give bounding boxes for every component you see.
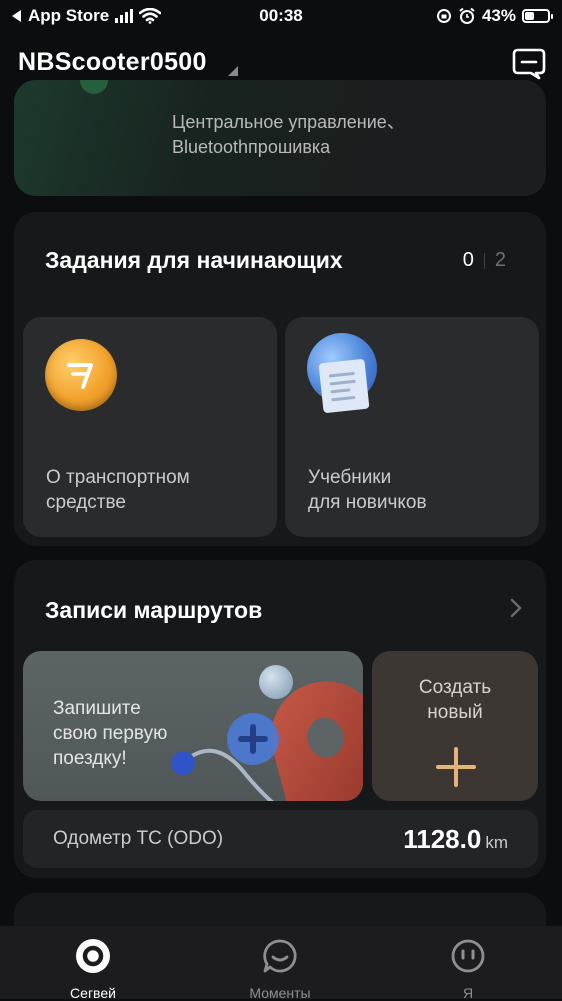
record-first-ride-banner[interactable]: Запишите свою первую поездку! xyxy=(23,651,363,801)
odometer-value: 1128.0 xyxy=(403,824,482,854)
task-label-line2: для новичков xyxy=(308,492,427,513)
profile-icon xyxy=(451,939,485,973)
status-bar: App Store 00:38 43% xyxy=(0,0,562,32)
divider xyxy=(483,252,485,269)
tab-bar: Сегвей Моменты Я xyxy=(0,926,562,1001)
beginner-tasks-title: Задания для начинающих xyxy=(45,247,343,273)
firmware-subtitle-line2: Bluetoothпрошивка xyxy=(172,137,331,157)
firmware-subtitle-line1: Центральное управление、 xyxy=(172,112,405,132)
plus-badge-icon xyxy=(227,713,279,765)
coin-icon xyxy=(45,339,117,411)
firmware-icon xyxy=(80,80,108,94)
decor-ball xyxy=(259,665,293,699)
device-selector[interactable]: NBScooter0500 xyxy=(18,48,207,77)
alarm-icon xyxy=(459,7,475,24)
route-records-card: Записи маршрутов Запишите свою первую по… xyxy=(14,560,546,878)
battery-icon xyxy=(522,9,553,23)
record-prompt-line2: свою первую xyxy=(53,723,168,744)
moments-chat-icon xyxy=(263,939,297,973)
plus-icon xyxy=(436,747,476,787)
odometer-row: Одометр ТС (ODO) 1128.0 km xyxy=(23,810,538,868)
odometer-value-group: 1128.0 km xyxy=(403,824,508,855)
document-icon xyxy=(318,358,370,414)
tasks-total: 2 xyxy=(494,249,506,271)
segway-home-icon xyxy=(76,939,110,973)
dropdown-indicator-icon[interactable] xyxy=(228,66,238,76)
record-prompt-line3: поездку! xyxy=(53,748,127,769)
tasks-progress: 0 2 xyxy=(463,249,506,272)
task-about-vehicle[interactable]: О транспортном средстве xyxy=(23,317,277,537)
create-label-line1: Создать xyxy=(418,677,492,698)
decor-ball-blue xyxy=(171,751,195,775)
task-label-line1: О транспортном xyxy=(46,467,190,488)
task-label-line1: Учебники xyxy=(308,467,392,488)
orientation-lock-icon xyxy=(436,9,451,23)
battery-fill xyxy=(525,12,535,20)
tasks-completed: 0 xyxy=(462,249,474,271)
battery-percent: 43% xyxy=(481,6,516,25)
odometer-label: Одометр ТС (ODO) xyxy=(53,828,224,849)
chevron-right-icon[interactable] xyxy=(510,598,522,618)
create-label-line2: новый xyxy=(427,702,483,723)
beginner-tasks-card: Задания для начинающих 0 2 О транспортно… xyxy=(14,212,546,546)
task-tutorials[interactable]: Учебники для новичков xyxy=(285,317,539,537)
task-label-line2: средстве xyxy=(46,492,126,513)
firmware-card[interactable]: Центральное управление、 Bluetoothпрошивк… xyxy=(14,80,546,196)
route-records-title: Записи маршрутов xyxy=(45,597,263,623)
message-icon[interactable] xyxy=(512,48,546,80)
record-prompt-line1: Запишите xyxy=(53,698,141,719)
odometer-unit: km xyxy=(485,833,508,852)
create-new-route-button[interactable]: Создать новый xyxy=(372,651,538,801)
